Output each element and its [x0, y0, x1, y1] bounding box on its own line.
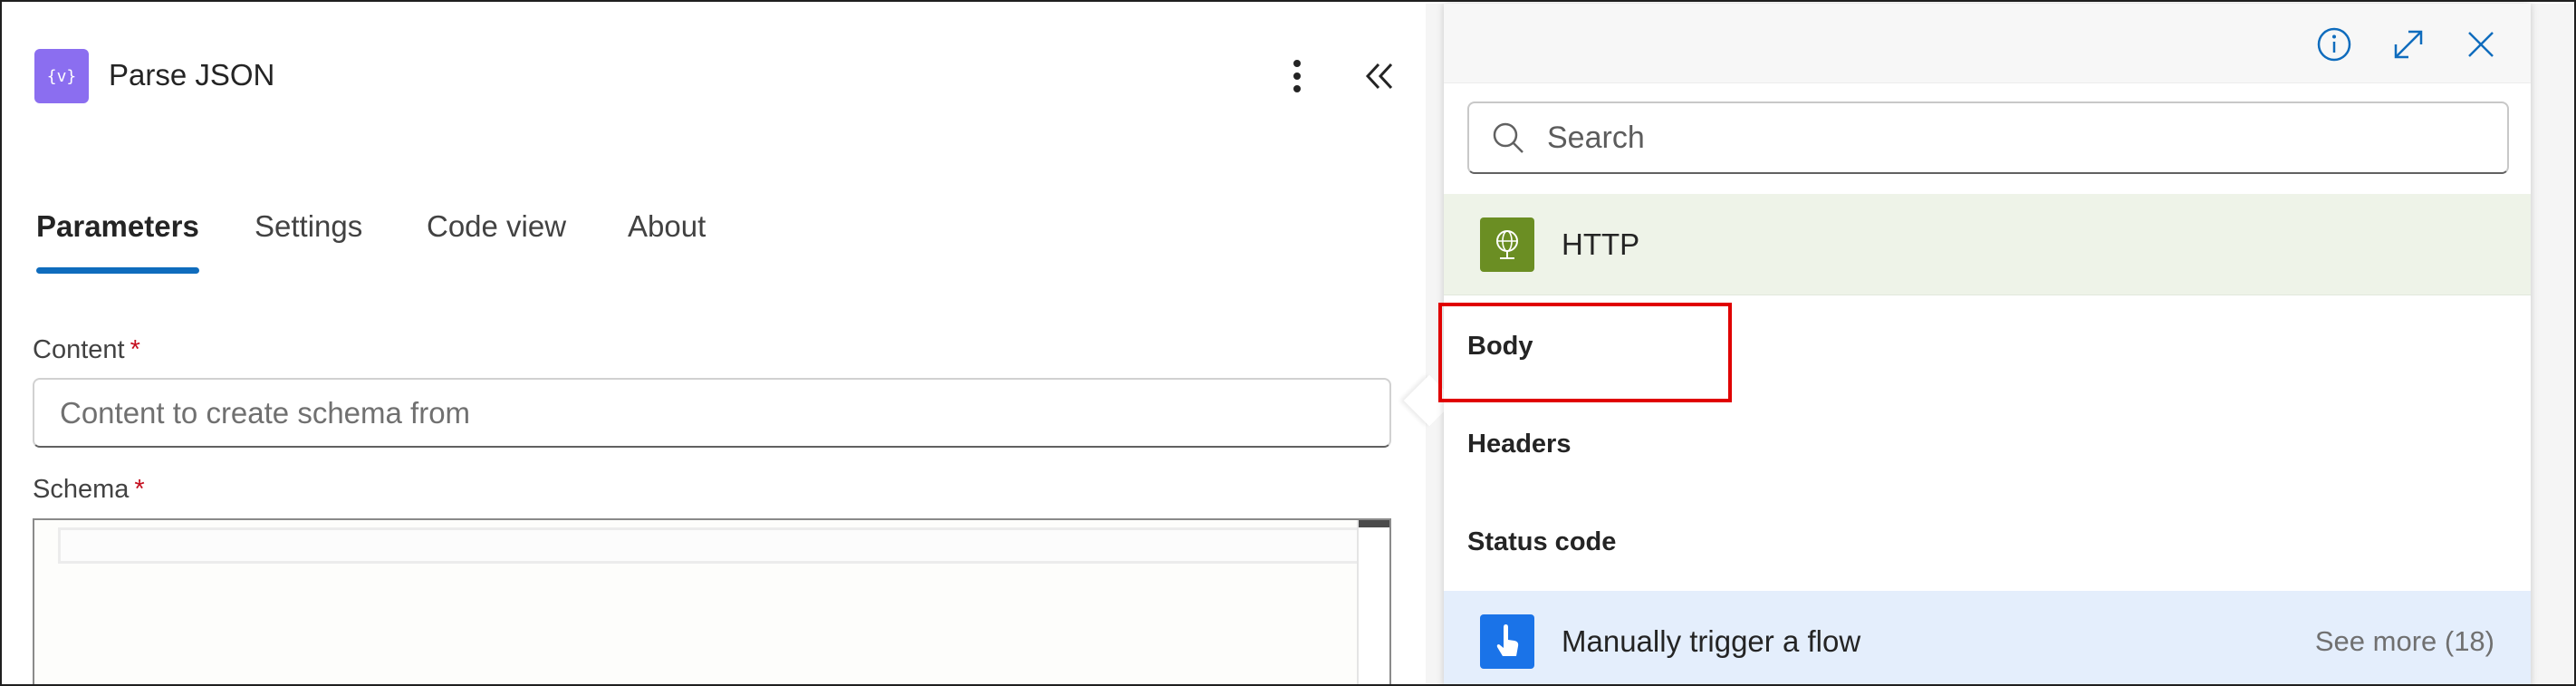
required-marker: * — [130, 335, 140, 364]
content-input[interactable] — [60, 395, 1389, 430]
touch-hand-icon — [1480, 614, 1534, 669]
token-status-code[interactable]: Status code — [1467, 527, 1616, 557]
tab-list: Parameters Settings Code view About — [36, 208, 942, 280]
more-vertical-icon — [1293, 60, 1301, 92]
canvas-background — [2531, 4, 2574, 684]
close-icon — [2468, 32, 2494, 57]
picker-toolbar — [1444, 4, 2531, 83]
required-marker: * — [134, 475, 145, 504]
group-name-manual-trigger: Manually trigger a flow — [1562, 624, 1861, 658]
content-field[interactable] — [33, 378, 1391, 448]
expand-diagonal-icon — [2394, 30, 2423, 59]
app-frame: {v} Parse JSON Parameters Settings Code … — [0, 0, 2576, 686]
schema-editor[interactable] — [33, 518, 1391, 684]
info-button[interactable] — [2313, 24, 2355, 65]
action-details-panel: {v} Parse JSON Parameters Settings Code … — [4, 4, 1426, 684]
search-input[interactable] — [1547, 120, 2362, 156]
search-field[interactable] — [1467, 101, 2509, 174]
close-button[interactable] — [2460, 24, 2502, 65]
svg-text:{v}: {v} — [47, 67, 77, 86]
highlight-annotation-box — [1438, 303, 1732, 402]
group-name-http: HTTP — [1562, 227, 1640, 261]
schema-current-line[interactable] — [58, 527, 1362, 564]
schema-scrollbar[interactable] — [1357, 520, 1389, 684]
group-header-manual-trigger[interactable]: Manually trigger a flow See more (18) — [1444, 591, 2531, 684]
panel-header: {v} Parse JSON — [4, 4, 1426, 149]
see-more-link[interactable]: See more (18) — [2315, 625, 2494, 658]
braces-variable-icon: {v} — [34, 49, 89, 103]
chevron-double-left-icon — [1365, 63, 1393, 90]
token-headers[interactable]: Headers — [1467, 430, 1571, 459]
tab-parameters[interactable]: Parameters — [36, 208, 199, 280]
content-label: Content * — [33, 335, 140, 364]
globe-icon — [1480, 217, 1534, 272]
expand-button[interactable] — [2388, 24, 2429, 65]
more-options-button[interactable] — [1281, 53, 1313, 99]
search-icon — [1469, 120, 1547, 156]
action-title: Parse JSON — [109, 58, 275, 92]
tab-code-view[interactable]: Code view — [427, 208, 566, 280]
schema-scrollbar-thumb[interactable] — [1359, 520, 1389, 527]
info-icon — [2317, 27, 2351, 62]
group-header-http[interactable]: HTTP — [1444, 194, 2531, 295]
tab-settings[interactable]: Settings — [255, 208, 362, 280]
tab-about[interactable]: About — [628, 208, 706, 280]
schema-label: Schema * — [33, 475, 145, 504]
dynamic-content-picker: HTTP Body Headers Status code Manually t… — [1438, 4, 2531, 684]
collapse-panel-button[interactable] — [1357, 53, 1402, 99]
